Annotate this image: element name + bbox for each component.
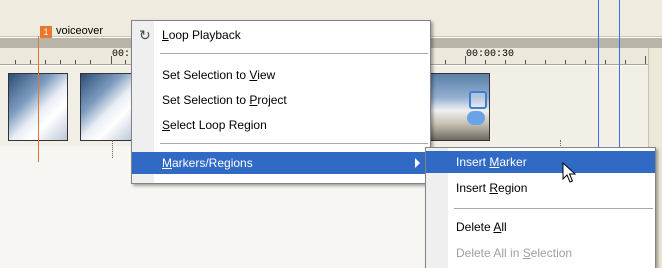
refresh-icon: ↻	[139, 27, 151, 43]
set-selection-to-view-menu-item[interactable]: Set Selection to View	[132, 64, 430, 86]
menu-item-accelerator: R	[489, 181, 499, 195]
video-thumbnail[interactable]	[80, 73, 133, 141]
menu-item-label: oop Playback	[168, 28, 241, 42]
menu-item-label: ll	[501, 220, 507, 234]
menu-item-label: egion	[498, 181, 528, 195]
ruler-tick-label: 00:00:30	[466, 49, 515, 60]
select-loop-region-menu-item[interactable]: Select Loop Region	[132, 114, 430, 136]
pan-crop-icon[interactable]	[469, 91, 487, 109]
ruler-tick	[505, 60, 506, 64]
timeline-context-menu: ↻ Loop Playback Set Selection to View Se…	[131, 20, 431, 184]
ruler-tick	[485, 60, 486, 64]
menu-item-accelerator: L	[162, 28, 169, 42]
set-selection-to-project-menu-item[interactable]: Set Selection to Project	[132, 89, 430, 111]
menu-item-label: Insert	[456, 155, 490, 169]
delete-all-in-selection-menu-item: Delete All in Selection	[426, 242, 655, 264]
menu-item-label: roject	[257, 93, 287, 107]
ruler-tick	[525, 60, 526, 64]
loop-playback-menu-item[interactable]: ↻ Loop Playback	[132, 24, 430, 46]
menu-item-accelerator: M	[162, 156, 172, 170]
menu-item-label: Delete	[456, 220, 494, 234]
menu-item-label: Set Selection to	[162, 68, 250, 82]
menu-item-label: arkers/Regions	[172, 156, 253, 170]
insert-region-menu-item[interactable]: Insert Region	[426, 177, 655, 199]
delete-all-menu-item[interactable]: Delete All	[426, 216, 655, 238]
menu-item-label: Delete All in	[456, 246, 523, 260]
menu-item-accelerator: S	[162, 118, 171, 132]
menu-item-label: iew	[257, 68, 276, 82]
ruler-tick	[545, 60, 546, 64]
ruler-tick	[565, 60, 566, 64]
menu-item-label: election	[530, 246, 573, 260]
chevron-right-icon	[415, 158, 420, 168]
ruler-tick	[585, 60, 586, 64]
marker-label[interactable]: voiceover	[56, 25, 103, 37]
menu-item-label: elect Loop Region	[170, 118, 267, 132]
menu-separator	[160, 53, 428, 54]
menu-item-accelerator: S	[522, 246, 531, 260]
markers-regions-menu-item[interactable]: Markers/Regions	[132, 152, 430, 174]
menu-item-label: arker	[499, 155, 527, 169]
markers-regions-submenu: Insert Marker Insert Region Delete All D…	[425, 147, 656, 268]
mouse-pointer-icon	[562, 162, 576, 183]
ruler-tick	[75, 60, 76, 64]
ruler-tick	[465, 56, 466, 64]
ruler-tick	[445, 60, 446, 64]
ruler-tick-label: 00:	[112, 49, 131, 60]
ruler-tick	[15, 60, 16, 64]
ruler-tick	[45, 60, 46, 64]
ruler-tick	[125, 60, 126, 64]
menu-item-accelerator: M	[489, 155, 500, 169]
menu-item-label: Set Selection to	[162, 93, 250, 107]
media-fx-icon[interactable]	[467, 111, 485, 125]
ruler-tick	[625, 60, 626, 64]
menu-separator	[454, 208, 653, 209]
ruler-tick	[645, 56, 646, 64]
grid-line	[112, 140, 113, 158]
edit-cursor-line	[38, 36, 39, 162]
ruler-tick	[90, 60, 91, 64]
ruler-tick	[605, 60, 606, 64]
vegas-timeline-window: 1 voiceover 00: 00:00:30 00	[0, 0, 662, 268]
insert-marker-menu-item[interactable]: Insert Marker	[426, 151, 655, 173]
marker-number-flag[interactable]: 1	[40, 26, 52, 38]
ruler-tick	[30, 60, 31, 64]
menu-item-label: Insert	[456, 181, 490, 195]
ruler-tick	[60, 60, 61, 64]
menu-separator	[160, 143, 428, 144]
ruler-tick	[111, 56, 112, 64]
